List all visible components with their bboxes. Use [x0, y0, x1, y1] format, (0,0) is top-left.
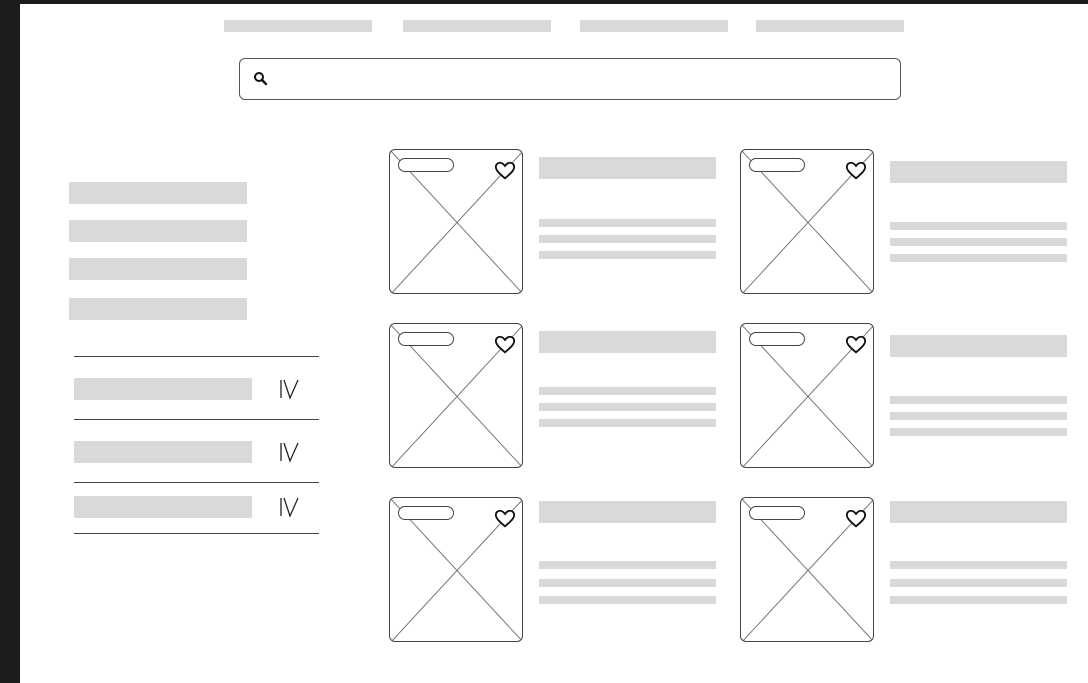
- chevron-down-icon[interactable]: [279, 376, 301, 402]
- product-description-line: [539, 403, 716, 411]
- chevron-down-icon[interactable]: [279, 439, 301, 465]
- product-description-line: [890, 222, 1067, 230]
- product-title[interactable]: [539, 501, 716, 523]
- nav-item-3[interactable]: [580, 20, 728, 32]
- heart-icon[interactable]: [494, 508, 516, 530]
- heart-icon[interactable]: [845, 508, 867, 530]
- sidebar-item-4[interactable]: [69, 298, 247, 320]
- product-description-line: [539, 235, 716, 243]
- divider: [74, 419, 319, 420]
- product-title[interactable]: [539, 331, 716, 353]
- product-title[interactable]: [890, 335, 1067, 357]
- product-description-line: [890, 238, 1067, 246]
- product-description-line: [539, 387, 716, 395]
- product-badge: [398, 506, 454, 520]
- divider: [74, 356, 319, 357]
- product-title[interactable]: [890, 161, 1067, 183]
- search-icon[interactable]: [252, 70, 270, 88]
- product-description-line: [890, 412, 1067, 420]
- product-description-line: [539, 419, 716, 427]
- product-description-line: [890, 396, 1067, 404]
- chevron-down-icon[interactable]: [279, 494, 301, 520]
- product-description-line: [890, 254, 1067, 262]
- filter-label: [74, 378, 252, 400]
- search-bar[interactable]: [239, 58, 901, 100]
- filter-row[interactable]: [74, 433, 319, 473]
- divider: [74, 533, 319, 534]
- heart-icon[interactable]: [494, 334, 516, 356]
- heart-icon[interactable]: [845, 334, 867, 356]
- filter-label: [74, 496, 252, 518]
- product-badge: [749, 158, 805, 172]
- product-description-line: [890, 579, 1067, 587]
- product-description-line: [890, 428, 1067, 436]
- product-image-placeholder[interactable]: [389, 323, 523, 468]
- product-description-line: [890, 561, 1067, 569]
- product-description-line: [539, 219, 716, 227]
- nav-item-4[interactable]: [756, 20, 904, 32]
- product-badge: [749, 506, 805, 520]
- product-image-placeholder[interactable]: [740, 323, 874, 468]
- product-badge: [398, 158, 454, 172]
- sidebar-item-3[interactable]: [69, 258, 247, 280]
- product-image-placeholder[interactable]: [389, 497, 523, 642]
- sidebar-item-2[interactable]: [69, 220, 247, 242]
- product-description-line: [539, 561, 716, 569]
- filter-row[interactable]: [74, 488, 319, 528]
- sidebar-item-1[interactable]: [69, 182, 247, 204]
- nav-item-2[interactable]: [403, 20, 551, 32]
- search-input[interactable]: [280, 65, 884, 95]
- heart-icon[interactable]: [845, 160, 867, 182]
- product-badge: [749, 332, 805, 346]
- wireframe-page: [20, 4, 1088, 683]
- product-description-line: [539, 579, 716, 587]
- product-image-placeholder[interactable]: [389, 149, 523, 294]
- product-image-placeholder[interactable]: [740, 497, 874, 642]
- divider: [74, 482, 319, 483]
- product-description-line: [890, 596, 1067, 604]
- filter-row[interactable]: [74, 370, 319, 410]
- heart-icon[interactable]: [494, 160, 516, 182]
- product-badge: [398, 332, 454, 346]
- product-image-placeholder[interactable]: [740, 149, 874, 294]
- product-title[interactable]: [539, 157, 716, 179]
- product-title[interactable]: [890, 501, 1067, 523]
- filter-label: [74, 441, 252, 463]
- product-description-line: [539, 596, 716, 604]
- nav-item-1[interactable]: [224, 20, 372, 32]
- product-description-line: [539, 251, 716, 259]
